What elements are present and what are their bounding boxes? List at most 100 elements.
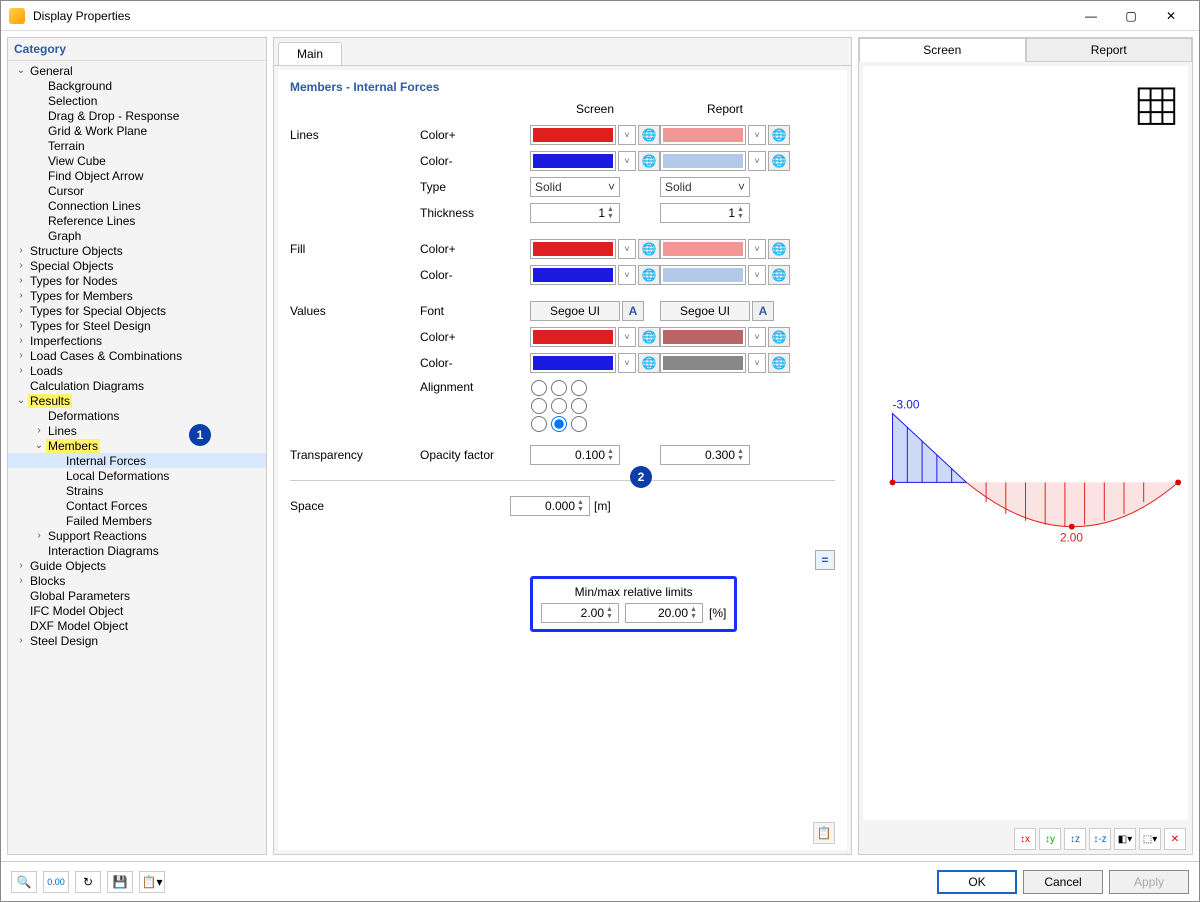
values-font-report[interactable]: Segoe UI (660, 301, 750, 321)
tree-item[interactable]: ›Load Cases & Combinations (8, 348, 266, 363)
globe-icon[interactable]: 🌐 (638, 265, 660, 285)
tree-item[interactable]: Selection (8, 93, 266, 108)
preview-tab-screen[interactable]: Screen (859, 38, 1026, 62)
chevron-right-icon[interactable]: › (14, 290, 28, 301)
lines-colorm-report[interactable] (660, 151, 746, 171)
dropdown-icon[interactable]: ˅ (618, 125, 636, 145)
chevron-right-icon[interactable]: › (14, 560, 28, 571)
values-colorm-report[interactable] (660, 353, 746, 373)
maximize-button[interactable]: ▢ (1111, 2, 1151, 30)
tree-item[interactable]: ›Blocks (8, 573, 266, 588)
chevron-right-icon[interactable]: › (32, 530, 46, 541)
values-colorm-screen[interactable] (530, 353, 616, 373)
axis-neg-z-icon[interactable]: ↕-z (1089, 828, 1111, 850)
dropdown-icon[interactable]: ˅ (748, 125, 766, 145)
copy-icon[interactable]: 📋▾ (139, 871, 165, 893)
globe-icon[interactable]: 🌐 (638, 125, 660, 145)
tree-item[interactable]: Reference Lines (8, 213, 266, 228)
view-cube-icon[interactable]: ◧▾ (1114, 828, 1136, 850)
save-icon[interactable]: 💾 (107, 871, 133, 893)
fill-colorp-screen[interactable] (530, 239, 616, 259)
chevron-right-icon[interactable]: › (14, 335, 28, 346)
lines-thickness-screen[interactable]: 1▲▼ (530, 203, 620, 223)
chevron-right-icon[interactable]: › (14, 365, 28, 376)
tree-item[interactable]: IFC Model Object (8, 603, 266, 618)
chevron-right-icon[interactable]: › (14, 320, 28, 331)
fill-colorm-report[interactable] (660, 265, 746, 285)
tree-item[interactable]: Terrain (8, 138, 266, 153)
tree-item[interactable]: ›Loads (8, 363, 266, 378)
tree-item[interactable]: ⌄Members (8, 438, 266, 453)
chevron-down-icon[interactable]: ⌄ (14, 395, 28, 406)
preview-tab-report[interactable]: Report (1026, 38, 1193, 62)
limit-min[interactable]: 2.00▲▼ (541, 603, 619, 623)
tree-item[interactable]: DXF Model Object (8, 618, 266, 633)
tree-item[interactable]: ›Types for Members (8, 288, 266, 303)
tab-main[interactable]: Main (278, 42, 342, 65)
minimize-button[interactable]: — (1071, 2, 1111, 30)
tree-item[interactable]: Strains (8, 483, 266, 498)
globe-icon[interactable]: 🌐 (768, 151, 790, 171)
apply-button[interactable]: Apply (1109, 870, 1189, 894)
tree-item[interactable]: Background (8, 78, 266, 93)
opacity-report[interactable]: 0.300▲▼ (660, 445, 750, 465)
tree-item[interactable]: Global Parameters (8, 588, 266, 603)
tree-item[interactable]: Local Deformations (8, 468, 266, 483)
cancel-button[interactable]: Cancel (1023, 870, 1103, 894)
refresh-icon[interactable]: ↻ (75, 871, 101, 893)
tree-item[interactable]: Deformations (8, 408, 266, 423)
tree-item[interactable]: ›Types for Special Objects (8, 303, 266, 318)
globe-icon[interactable]: 🌐 (638, 151, 660, 171)
tree-item[interactable]: ›Lines (8, 423, 266, 438)
globe-icon[interactable]: 🌐 (768, 327, 790, 347)
globe-icon[interactable]: 🌐 (638, 353, 660, 373)
ok-button[interactable]: OK (937, 870, 1017, 894)
tree-item[interactable]: ›Types for Steel Design (8, 318, 266, 333)
reset-view-icon[interactable]: ✕ (1164, 828, 1186, 850)
tree-item[interactable]: Connection Lines (8, 198, 266, 213)
fill-colorp-report[interactable] (660, 239, 746, 259)
tree-item[interactable]: Internal Forces (8, 453, 266, 468)
axis-x-icon[interactable]: ↕x (1014, 828, 1036, 850)
values-font-screen[interactable]: Segoe UI (530, 301, 620, 321)
tree-item[interactable]: Drag & Drop - Response (8, 108, 266, 123)
chevron-right-icon[interactable]: › (14, 245, 28, 256)
tree-item[interactable]: Interaction Diagrams (8, 543, 266, 558)
lines-colorm-screen[interactable] (530, 151, 616, 171)
limit-max[interactable]: 20.00▲▼ (625, 603, 703, 623)
tree-item[interactable]: ›Special Objects (8, 258, 266, 273)
space-value[interactable]: 0.000▲▼ (510, 496, 590, 516)
chevron-right-icon[interactable]: › (14, 635, 28, 646)
view-3d-icon[interactable]: ⬚▾ (1139, 828, 1161, 850)
globe-icon[interactable]: 🌐 (638, 239, 660, 259)
tree-item[interactable]: ⌄Results (8, 393, 266, 408)
number-format-icon[interactable]: 0.00 (43, 871, 69, 893)
tree-item[interactable]: ›Imperfections (8, 333, 266, 348)
globe-icon[interactable]: 🌐 (768, 239, 790, 259)
search-icon[interactable]: 🔍 (11, 871, 37, 893)
tree-item[interactable]: Calculation Diagrams (8, 378, 266, 393)
font-edit-icon[interactable]: A (622, 301, 644, 321)
globe-icon[interactable]: 🌐 (638, 327, 660, 347)
lines-colorp-screen[interactable] (530, 125, 616, 145)
globe-icon[interactable]: 🌐 (768, 353, 790, 373)
chevron-right-icon[interactable]: › (14, 275, 28, 286)
tree-item[interactable]: Grid & Work Plane (8, 123, 266, 138)
lines-thickness-report[interactable]: 1▲▼ (660, 203, 750, 223)
chevron-right-icon[interactable]: › (14, 305, 28, 316)
lines-type-report[interactable]: Solid˅ (660, 177, 750, 197)
tree-item[interactable]: Cursor (8, 183, 266, 198)
axis-z-icon[interactable]: ↕z (1064, 828, 1086, 850)
tree-item[interactable]: ›Guide Objects (8, 558, 266, 573)
tree-item[interactable]: Find Object Arrow (8, 168, 266, 183)
tree-item[interactable]: Graph (8, 228, 266, 243)
equal-button[interactable]: = (815, 550, 835, 570)
alignment-grid[interactable] (530, 380, 588, 432)
opacity-screen[interactable]: 0.100▲▼ (530, 445, 620, 465)
tree-item[interactable]: Failed Members (8, 513, 266, 528)
tree-item[interactable]: ›Support Reactions (8, 528, 266, 543)
axis-y-icon[interactable]: ↕y (1039, 828, 1061, 850)
fill-colorm-screen[interactable] (530, 265, 616, 285)
tree-item[interactable]: ›Steel Design (8, 633, 266, 648)
values-colorp-screen[interactable] (530, 327, 616, 347)
